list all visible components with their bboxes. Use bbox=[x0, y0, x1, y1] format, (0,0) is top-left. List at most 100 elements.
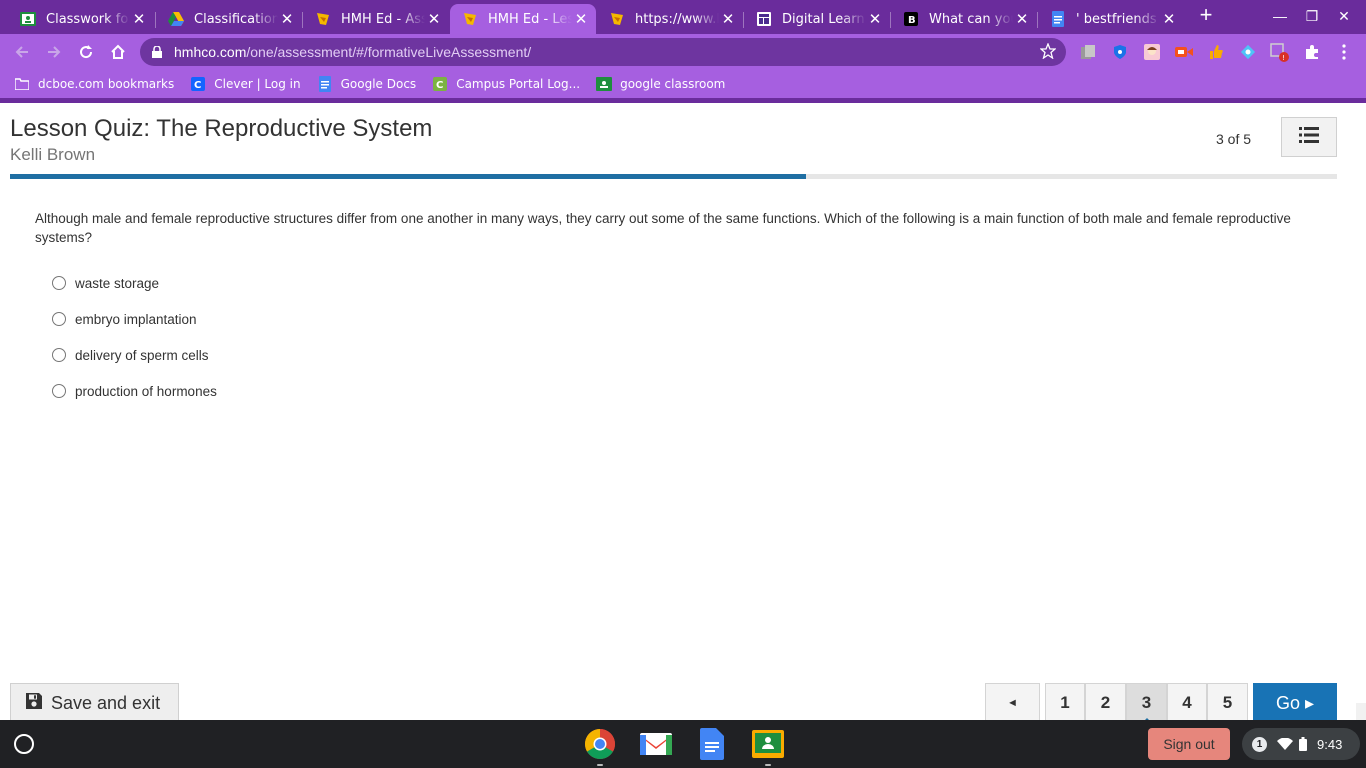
google-classroom-icon bbox=[20, 11, 36, 27]
minimize-icon[interactable]: — bbox=[1264, 4, 1296, 28]
bookmark-google-docs[interactable]: Google Docs bbox=[317, 76, 416, 92]
tab-hmh-url[interactable]: https://www.hm ✕ bbox=[597, 4, 743, 34]
radio-button[interactable] bbox=[52, 312, 66, 326]
chrome-icon[interactable] bbox=[584, 728, 616, 766]
tab-digital-learning[interactable]: Digital Learning ✕ bbox=[744, 4, 890, 34]
save-and-exit-button[interactable]: Save and exit bbox=[10, 683, 179, 723]
new-tab-button[interactable]: + bbox=[1194, 4, 1218, 28]
google-docs-icon[interactable] bbox=[696, 728, 728, 760]
hmh-icon bbox=[315, 11, 331, 27]
progress-fill bbox=[10, 174, 807, 179]
bookmark-clever[interactable]: C Clever | Log in bbox=[190, 76, 301, 92]
answer-option[interactable]: waste storage bbox=[52, 265, 217, 301]
close-icon[interactable]: ✕ bbox=[425, 10, 443, 28]
pagination: ◄ bbox=[985, 683, 1040, 723]
brainly-icon: B bbox=[903, 11, 919, 27]
shield-extension-icon[interactable] bbox=[1110, 42, 1130, 62]
folder-icon bbox=[14, 76, 30, 92]
tab-hmh-lesson[interactable]: HMH Ed - Lesso ✕ bbox=[450, 4, 596, 34]
page-button-5[interactable]: 5 bbox=[1207, 683, 1248, 723]
wifi-icon bbox=[1277, 738, 1293, 750]
tab-brainly[interactable]: B What can you i ✕ bbox=[891, 4, 1037, 34]
google-classroom-icon[interactable] bbox=[752, 728, 784, 766]
clever-icon: C bbox=[190, 76, 206, 92]
star-icon[interactable] bbox=[1039, 42, 1057, 64]
close-window-icon[interactable]: ✕ bbox=[1328, 4, 1360, 28]
bookmark-dcboe[interactable]: dcboe.com bookmarks bbox=[14, 76, 174, 92]
campus-portal-icon: C bbox=[432, 76, 448, 92]
restore-icon[interactable]: ❐ bbox=[1296, 4, 1328, 28]
running-indicator bbox=[765, 764, 771, 766]
extension-icon[interactable] bbox=[1078, 42, 1098, 62]
video-extension-icon[interactable] bbox=[1174, 42, 1194, 62]
page-button-1[interactable]: 1 bbox=[1045, 683, 1085, 723]
close-icon[interactable]: ✕ bbox=[572, 10, 590, 28]
answer-option[interactable]: delivery of sperm cells bbox=[52, 337, 217, 373]
url-path: /one/assessment/#/formativeLiveAssessmen… bbox=[246, 44, 532, 60]
tab-title: Classification- A bbox=[194, 11, 278, 27]
running-indicator bbox=[597, 764, 603, 766]
tab-hmh-assignment[interactable]: HMH Ed - Assig ✕ bbox=[303, 4, 449, 34]
window-controls: — ❐ ✕ bbox=[1264, 4, 1360, 28]
hmh-icon bbox=[609, 11, 625, 27]
google-docs-icon bbox=[317, 76, 333, 92]
status-tray[interactable]: 1 9:43 bbox=[1242, 728, 1360, 760]
bookmark-label: dcboe.com bookmarks bbox=[38, 77, 175, 91]
battery-icon bbox=[1299, 737, 1307, 751]
go-button[interactable]: Go ▸ bbox=[1253, 683, 1337, 723]
radio-button[interactable] bbox=[52, 276, 66, 290]
home-icon[interactable] bbox=[106, 40, 130, 64]
url-text: hmhco.com/one/assessment/#/formativeLive… bbox=[174, 44, 531, 60]
question-list-button[interactable] bbox=[1281, 117, 1337, 157]
list-icon bbox=[1299, 126, 1319, 148]
close-icon[interactable]: ✕ bbox=[1013, 10, 1031, 28]
puzzle-icon[interactable] bbox=[1302, 42, 1322, 62]
bookmarks-bar: dcboe.com bookmarks C Clever | Log in Go… bbox=[0, 70, 1366, 98]
address-bar[interactable]: hmhco.com/one/assessment/#/formativeLive… bbox=[140, 38, 1066, 66]
tab-title: Classwork for L bbox=[46, 11, 130, 27]
close-icon[interactable]: ✕ bbox=[278, 10, 296, 28]
diamond-extension-icon[interactable] bbox=[1238, 42, 1258, 62]
radio-button[interactable] bbox=[52, 348, 66, 362]
notification-count: 1 bbox=[1252, 736, 1267, 752]
previous-page-button[interactable]: ◄ bbox=[985, 683, 1040, 723]
page-button-4[interactable]: 4 bbox=[1167, 683, 1207, 723]
page-numbers: 1 2 3 4 5 bbox=[1045, 683, 1248, 723]
avatar-extension-icon[interactable] bbox=[1142, 42, 1162, 62]
close-icon[interactable]: ✕ bbox=[866, 10, 884, 28]
thumbs-up-extension-icon[interactable] bbox=[1206, 42, 1226, 62]
answer-option[interactable]: production of hormones bbox=[52, 373, 217, 409]
scrollbar[interactable] bbox=[1356, 703, 1366, 720]
bookmark-campus-portal[interactable]: C Campus Portal Log... bbox=[432, 76, 580, 92]
svg-text:!: ! bbox=[1282, 54, 1285, 62]
page-button-3[interactable]: 3 bbox=[1126, 683, 1167, 723]
answer-option[interactable]: embryo implantation bbox=[52, 301, 217, 337]
reload-icon[interactable] bbox=[74, 40, 98, 64]
tab-bestfriends-doc[interactable]: ' bestfriends on ✕ bbox=[1038, 4, 1184, 34]
forward-arrow-icon[interactable] bbox=[42, 40, 66, 64]
lock-icon[interactable] bbox=[152, 46, 166, 58]
progress-bar bbox=[10, 174, 1337, 179]
launcher-icon[interactable] bbox=[14, 734, 34, 754]
bookmark-google-classroom[interactable]: google classroom bbox=[596, 76, 725, 92]
google-classroom-icon bbox=[596, 76, 613, 92]
radio-button[interactable] bbox=[52, 384, 66, 398]
close-icon[interactable]: ✕ bbox=[1160, 10, 1178, 28]
quiz-page: Lesson Quiz: The Reproductive System Kel… bbox=[0, 103, 1366, 723]
bookmark-label: Clever | Log in bbox=[214, 77, 301, 91]
menu-dots-icon[interactable] bbox=[1334, 42, 1354, 62]
tab-strip: Classwork for L ✕ Classification- A ✕ HM… bbox=[0, 0, 1366, 34]
extension-alert-icon[interactable]: ! bbox=[1270, 42, 1290, 62]
close-icon[interactable]: ✕ bbox=[719, 10, 737, 28]
google-drive-icon bbox=[168, 11, 184, 27]
back-arrow-icon[interactable] bbox=[10, 40, 34, 64]
sign-out-button[interactable]: Sign out bbox=[1148, 728, 1230, 760]
gmail-icon[interactable] bbox=[640, 728, 672, 760]
bookmark-label: Campus Portal Log... bbox=[456, 77, 581, 91]
tab-classwork[interactable]: Classwork for L ✕ bbox=[8, 4, 154, 34]
page-button-2[interactable]: 2 bbox=[1085, 683, 1126, 723]
tab-classification[interactable]: Classification- A ✕ bbox=[156, 4, 302, 34]
close-icon[interactable]: ✕ bbox=[130, 10, 148, 28]
option-label: waste storage bbox=[75, 275, 160, 291]
answer-options: waste storage embryo implantation delive… bbox=[52, 265, 217, 409]
